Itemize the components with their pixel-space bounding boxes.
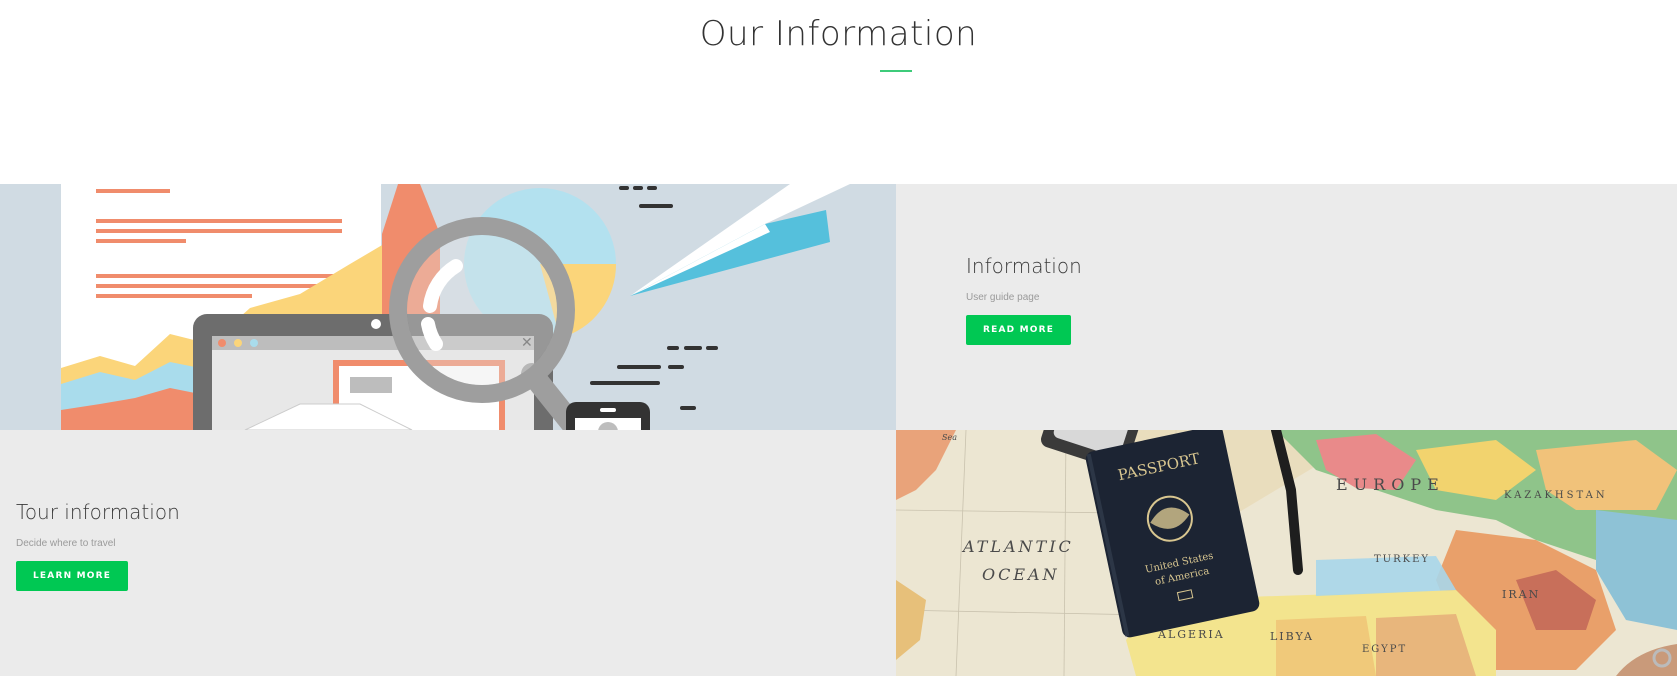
map-label-kazakhstan: KAZAKHSTAN <box>1504 490 1608 501</box>
map-label-europe: EUROPE <box>1336 475 1445 494</box>
map-label-atlantic: ATLANTIC <box>961 537 1074 556</box>
map-label-algeria: ALGERIA <box>1157 628 1225 641</box>
map-label-turkey: TURKEY <box>1374 554 1430 565</box>
information-title: Information <box>966 254 1082 278</box>
read-more-button[interactable]: READ MORE <box>966 315 1072 345</box>
section-title: Our Information <box>699 14 978 54</box>
tour-information-card: Tour information Decide where to travel … <box>0 430 896 676</box>
title-underline <box>880 70 912 72</box>
information-illustration: ✕ <box>0 184 896 430</box>
map-label-sea: Sea <box>942 433 957 442</box>
learn-more-button[interactable]: LEARN MORE <box>16 561 129 591</box>
information-subtitle: User guide page <box>966 292 1040 303</box>
tour-information-subtitle: Decide where to travel <box>16 538 116 549</box>
tour-text-block: Tour information Decide where to travel … <box>16 500 180 591</box>
map-label-libya: LIBYA <box>1270 630 1314 643</box>
travel-map-photo: PASSPORT United States of America ATLANT… <box>896 430 1677 676</box>
map-label-iran: IRAN <box>1502 588 1540 601</box>
information-card: Information User guide page READ MORE <box>896 184 1677 430</box>
map-label-egypt: EGYPT <box>1362 644 1407 655</box>
map-label-ocean: OCEAN <box>982 565 1060 584</box>
tour-information-title: Tour information <box>16 500 180 524</box>
information-text-block: Information User guide page READ MORE <box>966 254 1082 345</box>
info-grid: ✕ Information User guide page READ MORE <box>0 184 1677 676</box>
